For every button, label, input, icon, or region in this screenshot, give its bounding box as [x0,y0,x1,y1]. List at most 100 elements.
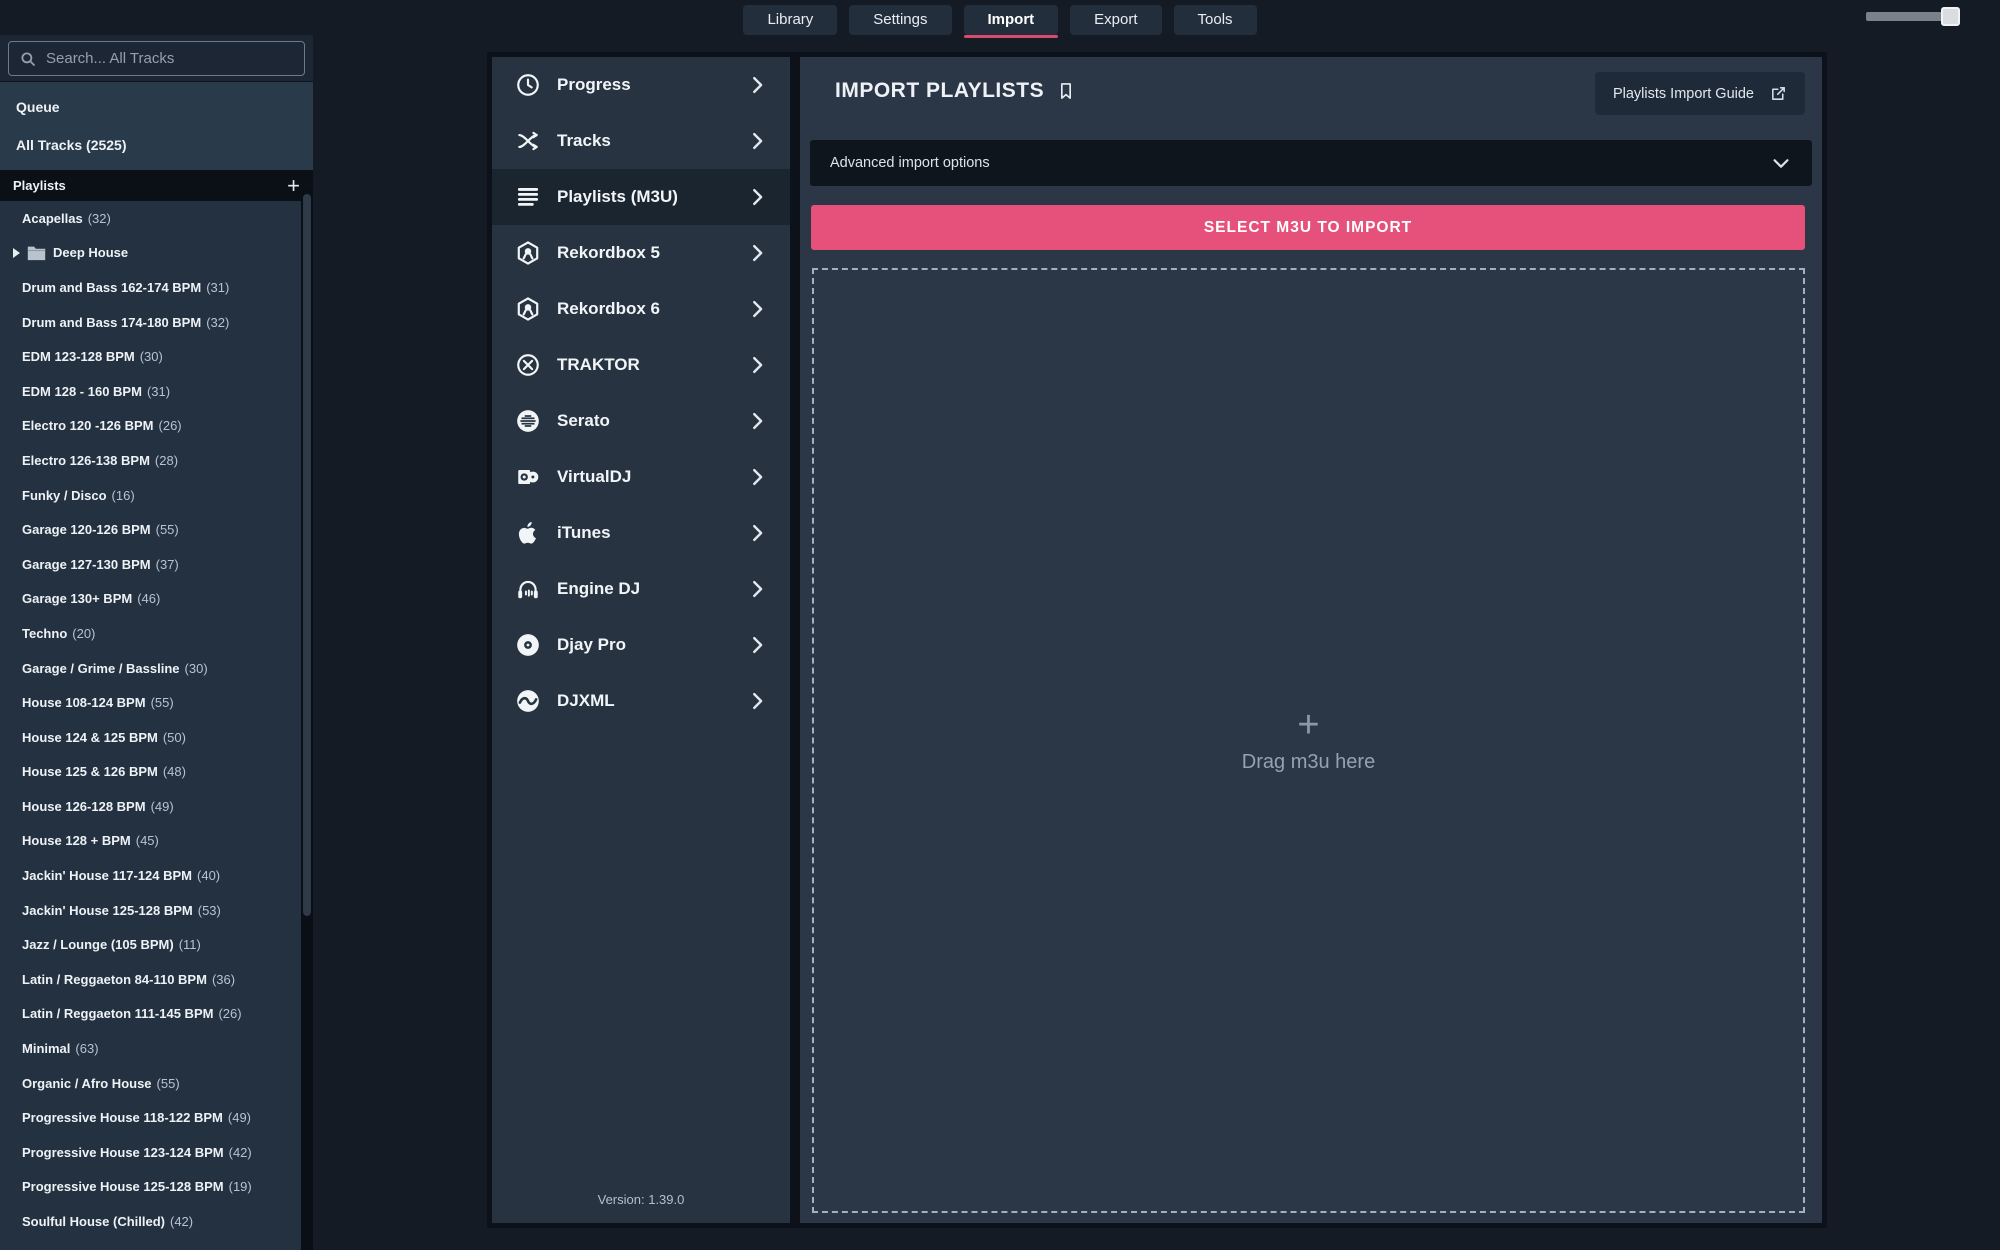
import-source-serato[interactable]: Serato [492,393,790,449]
folder-icon [27,245,46,261]
playlist-count: (55) [156,522,179,537]
playlist-item[interactable]: Progressive House 123-124 BPM(42) [0,1135,313,1170]
sidebar-scrollbar-thumb[interactable] [303,194,311,916]
import-source-label: Djay Pro [557,635,746,655]
import-card: ProgressTracksPlaylists (M3U) Rekordbox 5… [487,52,1827,1228]
playlist-item[interactable]: Garage 120-126 BPM(55) [0,512,313,547]
nav-tab-import[interactable]: Import [964,5,1059,35]
playlist-item[interactable]: Jackin' House 117-124 BPM(40) [0,858,313,893]
playlist-item[interactable]: Jazz / Lounge (105 BPM)(11) [0,927,313,962]
playlists-import-guide-button[interactable]: Playlists Import Guide [1595,72,1805,115]
import-source-menu: ProgressTracksPlaylists (M3U) Rekordbox 5… [492,57,790,1223]
import-source-engine-dj[interactable]: Engine DJ [492,561,790,617]
zoom-slider[interactable] [1866,12,1958,21]
playlist-item[interactable]: Garage / Grime / Bassline (30) [0,651,313,686]
playlist-item[interactable]: Minimal(63) [0,1031,313,1066]
import-source-label: Serato [557,411,746,431]
playlist-folder[interactable]: Deep House [0,236,313,271]
playlist-item[interactable]: Garage 127-130 BPM(37) [0,547,313,582]
import-source-virtualdj[interactable]: VirtualDJ [492,449,790,505]
top-nav: Library Settings Import Export Tools [0,5,2000,35]
playlist-item[interactable]: Jackin' House 125-128 BPM(53) [0,893,313,928]
playlist-name: House 128 + BPM [22,833,131,848]
playlist-item[interactable]: Organic / Afro House(55) [0,1066,313,1101]
playlist-name: Garage / Grime / Bassline [22,661,180,676]
select-m3u-to-import-button[interactable]: SELECT M3U TO IMPORT [811,205,1805,250]
import-source-label: VirtualDJ [557,467,746,487]
playlist-item[interactable]: House 125 & 126 BPM(48) [0,755,313,790]
add-playlist-button[interactable]: + [287,176,300,196]
playlist-item[interactable]: Techno(20) [0,616,313,651]
playlist-item[interactable]: Drum and Bass 174-180 BPM(32) [0,305,313,340]
playlist-count: (49) [151,799,174,814]
sidebar: QueueAll Tracks (2525) Playlists + Acape… [0,35,313,1250]
import-source-label: TRAKTOR [557,355,746,375]
sidebar-item-all-tracks-2525[interactable]: All Tracks (2525) [0,126,313,164]
nav-tab-export[interactable]: Export [1070,5,1161,35]
chevron-right-icon [746,690,768,712]
zoom-slider-handle[interactable] [1941,7,1960,26]
playlist-item[interactable]: Progressive House 118-122 BPM(49) [0,1100,313,1135]
playlist-item[interactable]: Progressive House 125-128 BPM(19) [0,1170,313,1205]
import-source-rekordbox-5[interactable]: Rekordbox 5 [492,225,790,281]
playlist-count: (30) [140,349,163,364]
expand-triangle-icon[interactable] [13,248,20,258]
search-box[interactable] [8,41,305,76]
playlist-count: (40) [197,868,220,883]
playlist-name: Progressive House 118-122 BPM [22,1110,223,1125]
import-source-progress[interactable]: Progress [492,57,790,113]
playlist-item[interactable]: Latin / Reggaeton 111-145 BPM(26) [0,997,313,1032]
playlist-item[interactable]: House 126-128 BPM(49) [0,789,313,824]
nav-tab-settings[interactable]: Settings [849,5,951,35]
playlist-item[interactable]: House 124 & 125 BPM(50) [0,720,313,755]
chevron-right-icon [746,578,768,600]
playlist-count: (37) [156,557,179,572]
playlist-item[interactable]: EDM 128 - 160 BPM(31) [0,374,313,409]
import-source-traktor[interactable]: TRAKTOR [492,337,790,393]
playlist-item[interactable]: House 108-124 BPM(55) [0,685,313,720]
nav-tab-tools[interactable]: Tools [1174,5,1257,35]
import-source-label: Rekordbox 5 [557,243,746,263]
playlist-count: (53) [198,903,221,918]
bookmark-icon[interactable] [1056,80,1076,102]
playlist-count: (32) [88,211,111,226]
advanced-import-options-toggle[interactable]: Advanced import options [810,140,1812,186]
engine-dj-icon [512,576,544,602]
chevron-right-icon [746,466,768,488]
playlist-item[interactable]: Electro 126-138 BPM(28) [0,443,313,478]
virtualdj-icon [512,464,544,490]
sidebar-scrollbar[interactable] [301,190,313,1250]
playlist-name: Progressive House 123-124 BPM [22,1145,224,1160]
rekordbox-icon [512,296,544,322]
import-source-djxml[interactable]: DJXML [492,673,790,729]
search-input[interactable] [46,50,294,67]
playlist-name: EDM 128 - 160 BPM [22,384,142,399]
sidebar-item-queue[interactable]: Queue [0,88,313,126]
playlists-header-label: Playlists [13,178,66,193]
chevron-right-icon [746,242,768,264]
playlist-item[interactable]: House 128 + BPM(45) [0,824,313,859]
playlist-item[interactable]: EDM 123-128 BPM(30) [0,339,313,374]
playlist-item[interactable]: Acapellas(32) [0,201,313,236]
import-source-items: ProgressTracksPlaylists (M3U) Rekordbox 5… [492,57,790,729]
panel-header: IMPORT PLAYLISTS [835,79,1076,103]
playlist-item[interactable]: Drum and Bass 162-174 BPM(31) [0,270,313,305]
chevron-right-icon [746,74,768,96]
import-source-rekordbox-6[interactable]: Rekordbox 6 [492,281,790,337]
import-source-tracks[interactable]: Tracks [492,113,790,169]
playlist-item[interactable]: Soulful House (Deep)(33) [0,1239,313,1250]
playlist-count: (30) [185,661,208,676]
playlist-count: (28) [155,453,178,468]
playlist-item[interactable]: Funky / Disco(16) [0,478,313,513]
playlist-item[interactable]: Latin / Reggaeton 84-110 BPM(36) [0,962,313,997]
playlist-item[interactable]: Garage 130+ BPM(46) [0,582,313,617]
nav-tab-library[interactable]: Library [743,5,837,35]
traktor-icon [512,352,544,378]
import-source-itunes[interactable]: iTunes [492,505,790,561]
playlist-count: (46) [137,591,160,606]
import-source-djay-pro[interactable]: Djay Pro [492,617,790,673]
import-source-playlists-m3u[interactable]: Playlists (M3U) [492,169,790,225]
playlist-item[interactable]: Soulful House (Chilled)(42) [0,1204,313,1239]
playlist-item[interactable]: Electro 120 -126 BPM(26) [0,409,313,444]
m3u-dropzone[interactable]: + Drag m3u here [812,268,1805,1213]
